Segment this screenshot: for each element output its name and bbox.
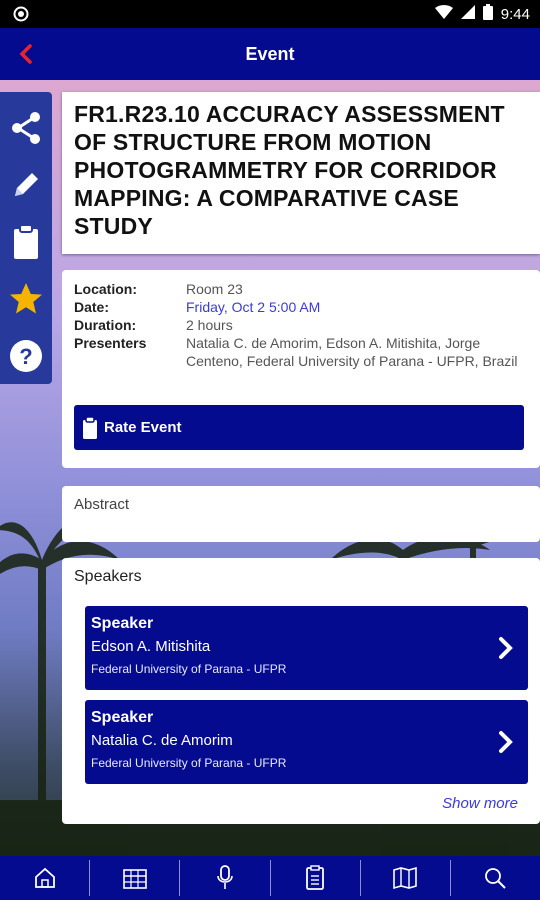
star-icon <box>10 282 42 314</box>
home-icon <box>34 867 55 888</box>
abstract-card: Abstract <box>62 486 540 542</box>
help-icon: ? <box>10 339 42 372</box>
pencil-icon <box>15 173 38 197</box>
speaker-kind: Speaker <box>91 709 154 726</box>
wifi-icon <box>434 5 453 23</box>
chevron-right-icon <box>499 731 513 753</box>
speakers-card: Speakers Speaker Edson A. Mitishita Fede… <box>62 558 540 824</box>
add-note-button[interactable] <box>0 157 52 214</box>
chevron-left-icon <box>19 44 32 64</box>
survey-button[interactable] <box>0 214 52 271</box>
app-bar: Event <box>0 28 540 80</box>
speaker-kind: Speaker <box>91 615 154 632</box>
clipboard-icon <box>82 416 98 439</box>
record-icon <box>10 3 32 25</box>
microphone-icon <box>217 865 233 889</box>
speaker-org: Federal University of Parana - UFPR <box>91 756 287 770</box>
nav-home[interactable] <box>0 860 91 896</box>
abstract-label: Abstract <box>74 496 130 513</box>
schedule-icon <box>122 869 147 889</box>
speaker-item[interactable]: Speaker Natalia C. de Amorim Federal Uni… <box>85 700 528 784</box>
rate-event-button[interactable]: Rate Event <box>74 405 524 450</box>
presenters-value: Natalia C. de Amorim, Edson A. Mitishita… <box>186 335 518 369</box>
duration-value: 2 hours <box>186 317 233 333</box>
share-button[interactable] <box>0 100 52 157</box>
clipboard-icon <box>14 224 38 259</box>
share-icon <box>12 112 40 145</box>
presenters-label: Presenters <box>74 335 147 351</box>
nav-speakers[interactable] <box>180 860 271 896</box>
nav-map[interactable] <box>361 860 451 896</box>
speaker-org: Federal University of Parana - UFPR <box>91 662 287 676</box>
bottom-nav <box>0 856 540 900</box>
duration-label: Duration: <box>74 317 137 333</box>
date-label: Date: <box>74 299 110 315</box>
location-value: Room 23 <box>186 281 243 297</box>
signal-icon <box>460 5 475 23</box>
nav-search[interactable] <box>451 860 540 896</box>
nav-schedule[interactable] <box>90 860 181 896</box>
location-label: Location: <box>74 281 137 297</box>
event-info-card: Location: Room 23 Date: Friday, Oct 2 5:… <box>62 270 540 468</box>
speaker-item[interactable]: Speaker Edson A. Mitishita Federal Unive… <box>85 606 528 690</box>
event-title: FR1.R23.10 ACCURACY ASSESSMENT OF STRUCT… <box>74 101 505 239</box>
map-icon <box>393 866 418 890</box>
side-toolbar: ? <box>0 92 52 384</box>
svg-text:?: ? <box>19 344 32 369</box>
document-icon <box>306 865 324 890</box>
date-link[interactable]: Friday, Oct 2 5:00 AM <box>186 298 320 316</box>
favorite-button[interactable] <box>0 270 52 327</box>
speaker-name: Edson A. Mitishita <box>91 638 211 655</box>
back-button[interactable] <box>10 38 42 70</box>
nav-documents[interactable] <box>271 860 361 896</box>
status-bar: 9:44 <box>0 0 540 28</box>
speakers-heading: Speakers <box>74 568 142 585</box>
rate-event-label: Rate Event <box>104 419 182 436</box>
help-button[interactable]: ? <box>0 327 52 384</box>
event-title-card: FR1.R23.10 ACCURACY ASSESSMENT OF STRUCT… <box>62 92 540 254</box>
show-more-link[interactable]: Show more <box>442 795 518 812</box>
page-title: Event <box>245 43 295 64</box>
speaker-name: Natalia C. de Amorim <box>91 732 233 749</box>
clock: 9:44 <box>500 5 530 23</box>
chevron-right-icon <box>499 637 513 659</box>
search-icon <box>485 868 507 889</box>
battery-icon <box>482 4 493 24</box>
